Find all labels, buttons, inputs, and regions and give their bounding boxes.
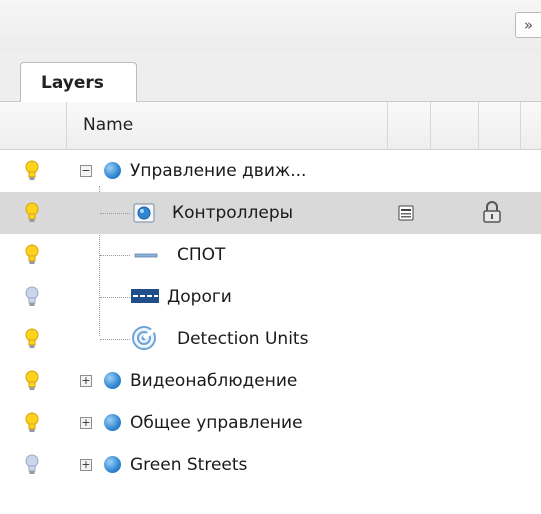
panel-toolbar: » [0,0,541,53]
column-header-cell [387,102,430,149]
tree-line [100,255,130,256]
tab-layers[interactable]: Layers [20,62,137,102]
tree-line [100,339,130,340]
expand-toggle-icon[interactable]: + [80,459,92,471]
layer-label: Green Streets [130,455,248,475]
visibility-bulb-icon[interactable] [25,412,39,434]
column-name-header[interactable]: Name [66,102,387,149]
group-layer-icon [104,372,121,389]
column-header-cell [520,102,541,149]
visibility-bulb-icon[interactable] [25,160,39,182]
layer-row[interactable]: СПОТ [0,234,541,276]
layer-label: Общее управление [130,413,303,433]
road-layer-icon [131,289,159,303]
visibility-bulb-off-icon[interactable] [25,454,39,476]
expand-toggle-icon[interactable]: + [80,417,92,429]
tree-line [100,297,130,298]
visibility-bulb-icon[interactable] [25,328,39,350]
collapse-panel-button[interactable]: » [515,12,541,38]
collapse-toggle-icon[interactable]: − [80,165,92,177]
layer-row[interactable]: Дороги [0,276,541,318]
layer-row[interactable]: Detection Units [0,318,541,360]
layers-tree: − Управление движ... Контроллеры СПОТ До… [0,150,541,486]
line-layer-icon [134,253,158,258]
lock-icon[interactable] [482,200,502,224]
layer-label: Контроллеры [172,203,294,223]
visibility-bulb-off-icon[interactable] [25,286,39,308]
visibility-bulb-icon[interactable] [25,202,39,224]
visibility-bulb-icon[interactable] [25,370,39,392]
tree-line [100,213,130,214]
visibility-bulb-icon[interactable] [25,244,39,266]
layer-row-group[interactable]: + Общее управление [0,402,541,444]
column-name-label: Name [83,115,134,135]
layer-row-group[interactable]: − Управление движ... [0,150,541,192]
group-layer-icon [104,162,121,179]
layer-label: СПОТ [177,245,226,265]
layer-label: Detection Units [177,329,309,349]
layer-row-group[interactable]: + Видеонаблюдение [0,360,541,402]
layer-row-selected[interactable]: Контроллеры [0,192,541,234]
layer-label: Видеонаблюдение [130,371,298,391]
layer-row-group[interactable]: + Green Streets [0,444,541,486]
detection-layer-icon [132,326,157,350]
group-layer-icon [104,414,121,431]
column-header-cell [430,102,478,149]
expand-toggle-icon[interactable]: + [80,375,92,387]
properties-icon[interactable] [397,204,415,222]
point-layer-icon [133,203,155,223]
column-header: Name [0,102,541,150]
column-header-cell [478,102,520,149]
layer-label: Управление движ... [130,161,307,181]
layer-label: Дороги [167,287,232,307]
tab-strip: Layers [0,52,541,102]
group-layer-icon [104,456,121,473]
